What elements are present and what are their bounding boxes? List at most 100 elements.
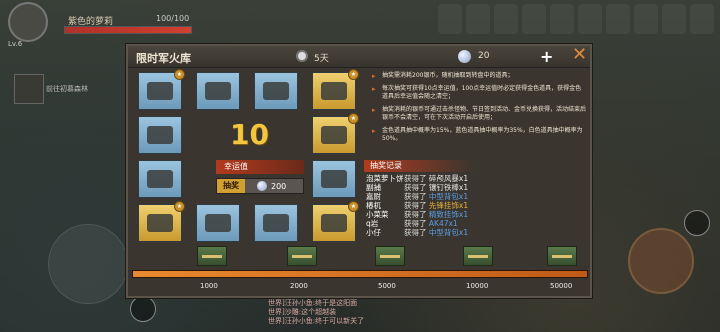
log-verb: 获得了	[404, 183, 429, 192]
prize-item[interactable]	[138, 160, 182, 198]
star-icon: ★	[348, 201, 359, 212]
chat-log[interactable]: 世界]汪孙小鱼:终于是这阳面 世界]沙雕:这个超越装 世界]汪孙小鱼:终于可以新…	[268, 299, 364, 326]
skill-button[interactable]	[684, 210, 710, 236]
star-icon: ★	[348, 69, 359, 80]
log-user: 副捕	[366, 183, 381, 192]
milestone-progress: 1000 2000 5000 10000 50000	[132, 246, 588, 296]
silver-coin-icon	[257, 181, 267, 191]
chat-line: 世界]沙雕:这个超越装	[268, 308, 337, 316]
reward-chest[interactable]	[197, 246, 227, 266]
luck-value: 10	[230, 118, 269, 151]
hp-value: 100/100	[156, 14, 190, 23]
charm-icon	[321, 214, 347, 232]
auto-button[interactable]	[130, 296, 156, 322]
log-verb: 获得了	[404, 192, 429, 201]
hp-bar	[64, 26, 192, 34]
top-icon-bar	[438, 4, 714, 34]
time-remaining: 5天	[314, 54, 329, 64]
reward-chest[interactable]	[287, 246, 317, 266]
menu-icon-9[interactable]	[662, 4, 686, 34]
log-user: 椿杌	[366, 201, 381, 210]
rules-list: 抽奖需消耗200银币，随机抽取到转盘中的道具； 每次抽奖可获得10点幸运值，10…	[372, 72, 586, 148]
menu-icon-1[interactable]	[438, 4, 462, 34]
milestone-label: 50000	[550, 282, 573, 290]
prize-item[interactable]	[312, 160, 356, 198]
prize-item[interactable]: ★	[138, 201, 185, 242]
launcher-icon	[147, 214, 173, 232]
menu-icon-3[interactable]	[494, 4, 518, 34]
prize-item[interactable]: ★	[312, 113, 359, 154]
spiked-bat-icon	[321, 170, 347, 188]
prize-item[interactable]	[196, 72, 240, 110]
prize-item[interactable]: ★	[312, 201, 359, 242]
log-item: 碎颅风暴x1	[428, 174, 469, 183]
add-coins-button[interactable]: +	[540, 47, 553, 66]
map-label: 前往初慕森林	[46, 85, 88, 93]
rule-item: 金色道具抽中概率为15%，蓝色道具抽中概率为35%，白色道具抽中概率为50%。	[372, 127, 586, 143]
log-row: 椿杌 获得了 先锋挂饰x1	[366, 201, 586, 210]
log-user: 小菜菜	[366, 210, 389, 219]
coin-balance: 20	[478, 51, 490, 61]
menu-icon-4[interactable]	[522, 4, 546, 34]
player-avatar[interactable]	[8, 2, 48, 42]
close-button[interactable]: ✕	[572, 44, 587, 65]
prize-item[interactable]	[254, 72, 298, 110]
log-user: 泡菜萝卜饼	[366, 174, 404, 183]
attack-button[interactable]	[628, 228, 694, 294]
prize-item[interactable]	[254, 204, 298, 242]
helmet-icon	[147, 82, 173, 100]
menu-icon-5[interactable]	[550, 4, 574, 34]
menu-icon-7[interactable]	[606, 4, 630, 34]
star-icon: ★	[174, 69, 185, 80]
prize-item[interactable]	[138, 116, 182, 154]
milestone-label: 5000	[378, 282, 396, 290]
log-item: AK47x1	[428, 219, 458, 228]
draw-label: 抽奖	[217, 179, 245, 193]
mace-icon	[147, 170, 173, 188]
modal-title: 限时军火库	[136, 52, 191, 65]
menu-icon-6[interactable]	[578, 4, 602, 34]
vest-icon	[205, 82, 231, 100]
prize-item[interactable]: ★	[312, 69, 359, 110]
rule-item: 每次抽奖可获得10点幸运值，100点幸运值时必定获得金色道具，获得金色道具后幸运…	[372, 85, 586, 101]
arsenal-modal: 限时军火库 5天 20 + ✕ ★ ★ ★ ★ ★ 10 幸运值 抽奖 200 …	[126, 44, 592, 298]
hp-bar-fill	[65, 27, 191, 33]
prize-item[interactable]	[196, 204, 240, 242]
draw-log[interactable]: 泡菜萝卜饼获得了 碎颅风暴x1 副捕 获得了 镶钉铁棒x1 嘉尉 获得了 中型背包x1 椿…	[366, 174, 586, 244]
luck-panel: 10 幸运值 抽奖 200	[208, 112, 308, 194]
chat-line: 世界]汪孙小鱼:终于可以新关了	[268, 317, 365, 325]
draw-log-title: 抽奖记录	[364, 160, 474, 172]
milestone-label: 10000	[466, 282, 489, 290]
rule-item: 抽奖消耗的银币可通过击杀怪物、节日签到活动、金币兑换获得，活动结束后银币不会清空…	[372, 106, 586, 122]
reward-chest[interactable]	[547, 246, 577, 266]
menu-icon-10[interactable]	[690, 4, 714, 34]
menu-icon-8[interactable]	[634, 4, 658, 34]
stopwatch-icon	[296, 50, 308, 62]
log-row: q岩 获得了 AK47x1	[366, 219, 586, 228]
log-item: 中型背包x1	[428, 192, 469, 201]
log-row: 小仔 获得了 中型背包x1	[366, 228, 586, 237]
reward-chest[interactable]	[463, 246, 493, 266]
log-item: 精致挂饰x1	[428, 210, 469, 219]
top-hud: 紫色的萝莉 100/100 Lv.6	[0, 0, 720, 48]
log-item: 镶钉铁棒x1	[428, 183, 469, 192]
map-icon[interactable]	[14, 74, 44, 104]
draw-button[interactable]: 抽奖 200	[216, 178, 304, 194]
log-row: 小菜菜 获得了 精致挂饰x1	[366, 210, 586, 219]
log-user: 小仔	[366, 228, 381, 237]
log-verb: 获得了	[404, 210, 429, 219]
log-row: 泡菜萝卜饼获得了 碎颅风暴x1	[366, 174, 586, 183]
player-level: Lv.6	[8, 40, 23, 48]
log-verb: 获得了	[404, 174, 429, 183]
silver-coin-icon	[458, 50, 471, 63]
smg-icon	[263, 214, 289, 232]
prize-item[interactable]: ★	[138, 69, 185, 110]
reward-chest[interactable]	[375, 246, 405, 266]
menu-icon-2[interactable]	[466, 4, 490, 34]
milestone-label: 2000	[290, 282, 308, 290]
rule-item: 抽奖需消耗200银币，随机抽取到转盘中的道具；	[372, 72, 586, 80]
movement-joystick[interactable]	[48, 224, 128, 304]
armor-icon	[147, 126, 173, 144]
modal-header: 限时军火库 5天 20 + ✕	[128, 44, 590, 68]
log-user: q岩	[366, 219, 379, 228]
